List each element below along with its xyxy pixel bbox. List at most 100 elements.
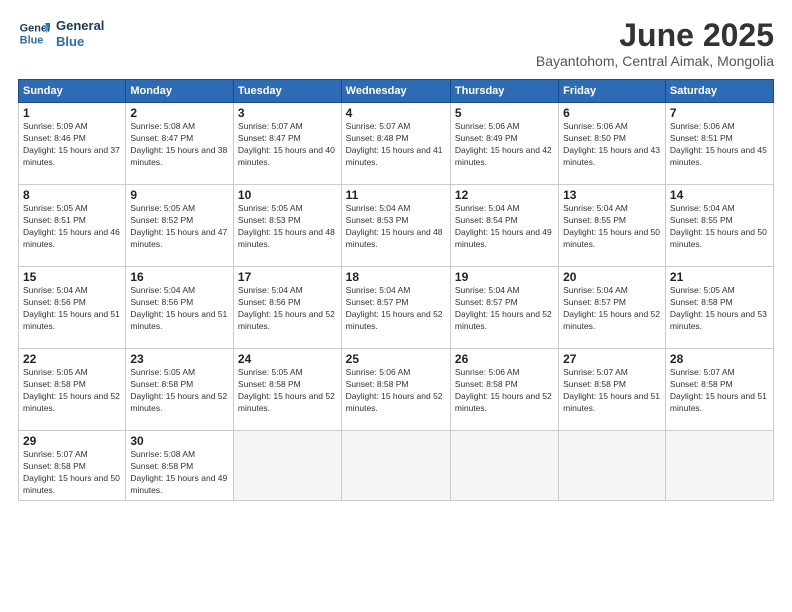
day-info: Sunrise: 5:05 AMSunset: 8:58 PMDaylight:… xyxy=(130,367,227,413)
day-header-wednesday: Wednesday xyxy=(341,80,450,103)
day-cell: 30 Sunrise: 5:08 AMSunset: 8:58 PMDaylig… xyxy=(126,431,234,501)
day-info: Sunrise: 5:09 AMSunset: 8:46 PMDaylight:… xyxy=(23,121,120,167)
day-header-monday: Monday xyxy=(126,80,234,103)
day-header-tuesday: Tuesday xyxy=(233,80,341,103)
day-info: Sunrise: 5:04 AMSunset: 8:53 PMDaylight:… xyxy=(346,203,443,249)
day-number: 21 xyxy=(670,270,769,284)
day-info: Sunrise: 5:05 AMSunset: 8:58 PMDaylight:… xyxy=(23,367,120,413)
day-header-sunday: Sunday xyxy=(19,80,126,103)
day-number: 12 xyxy=(455,188,554,202)
day-cell xyxy=(665,431,773,501)
day-info: Sunrise: 5:06 AMSunset: 8:50 PMDaylight:… xyxy=(563,121,660,167)
day-number: 5 xyxy=(455,106,554,120)
day-number: 1 xyxy=(23,106,121,120)
day-number: 13 xyxy=(563,188,661,202)
day-info: Sunrise: 5:06 AMSunset: 8:58 PMDaylight:… xyxy=(346,367,443,413)
day-number: 29 xyxy=(23,434,121,448)
day-header-saturday: Saturday xyxy=(665,80,773,103)
day-cell xyxy=(233,431,341,501)
day-number: 23 xyxy=(130,352,229,366)
day-cell: 16 Sunrise: 5:04 AMSunset: 8:56 PMDaylig… xyxy=(126,267,234,349)
day-cell: 5 Sunrise: 5:06 AMSunset: 8:49 PMDayligh… xyxy=(450,103,558,185)
day-info: Sunrise: 5:07 AMSunset: 8:58 PMDaylight:… xyxy=(563,367,660,413)
day-info: Sunrise: 5:05 AMSunset: 8:53 PMDaylight:… xyxy=(238,203,335,249)
day-cell: 8 Sunrise: 5:05 AMSunset: 8:51 PMDayligh… xyxy=(19,185,126,267)
day-header-thursday: Thursday xyxy=(450,80,558,103)
week-row-5: 29 Sunrise: 5:07 AMSunset: 8:58 PMDaylig… xyxy=(19,431,774,501)
day-number: 6 xyxy=(563,106,661,120)
day-info: Sunrise: 5:05 AMSunset: 8:51 PMDaylight:… xyxy=(23,203,120,249)
svg-text:Blue: Blue xyxy=(20,34,44,46)
day-number: 2 xyxy=(130,106,229,120)
day-cell: 23 Sunrise: 5:05 AMSunset: 8:58 PMDaylig… xyxy=(126,349,234,431)
day-info: Sunrise: 5:08 AMSunset: 8:47 PMDaylight:… xyxy=(130,121,227,167)
day-cell: 26 Sunrise: 5:06 AMSunset: 8:58 PMDaylig… xyxy=(450,349,558,431)
day-number: 17 xyxy=(238,270,337,284)
day-cell: 27 Sunrise: 5:07 AMSunset: 8:58 PMDaylig… xyxy=(559,349,666,431)
day-info: Sunrise: 5:07 AMSunset: 8:58 PMDaylight:… xyxy=(670,367,767,413)
day-number: 19 xyxy=(455,270,554,284)
day-cell: 1 Sunrise: 5:09 AMSunset: 8:46 PMDayligh… xyxy=(19,103,126,185)
day-info: Sunrise: 5:04 AMSunset: 8:57 PMDaylight:… xyxy=(346,285,443,331)
calendar-table: SundayMondayTuesdayWednesdayThursdayFrid… xyxy=(18,79,774,501)
day-cell: 20 Sunrise: 5:04 AMSunset: 8:57 PMDaylig… xyxy=(559,267,666,349)
day-number: 9 xyxy=(130,188,229,202)
day-info: Sunrise: 5:06 AMSunset: 8:51 PMDaylight:… xyxy=(670,121,767,167)
day-info: Sunrise: 5:07 AMSunset: 8:58 PMDaylight:… xyxy=(23,449,120,495)
day-cell xyxy=(559,431,666,501)
day-cell xyxy=(341,431,450,501)
day-number: 26 xyxy=(455,352,554,366)
day-info: Sunrise: 5:05 AMSunset: 8:52 PMDaylight:… xyxy=(130,203,227,249)
logo-general: General xyxy=(56,18,104,34)
day-cell: 29 Sunrise: 5:07 AMSunset: 8:58 PMDaylig… xyxy=(19,431,126,501)
day-cell: 10 Sunrise: 5:05 AMSunset: 8:53 PMDaylig… xyxy=(233,185,341,267)
title-section: June 2025 Bayantohom, Central Aimak, Mon… xyxy=(536,18,774,69)
day-number: 27 xyxy=(563,352,661,366)
day-info: Sunrise: 5:04 AMSunset: 8:57 PMDaylight:… xyxy=(563,285,660,331)
day-cell: 4 Sunrise: 5:07 AMSunset: 8:48 PMDayligh… xyxy=(341,103,450,185)
day-cell: 14 Sunrise: 5:04 AMSunset: 8:55 PMDaylig… xyxy=(665,185,773,267)
week-row-2: 8 Sunrise: 5:05 AMSunset: 8:51 PMDayligh… xyxy=(19,185,774,267)
day-info: Sunrise: 5:06 AMSunset: 8:49 PMDaylight:… xyxy=(455,121,552,167)
day-number: 20 xyxy=(563,270,661,284)
day-cell: 18 Sunrise: 5:04 AMSunset: 8:57 PMDaylig… xyxy=(341,267,450,349)
day-info: Sunrise: 5:04 AMSunset: 8:55 PMDaylight:… xyxy=(563,203,660,249)
day-info: Sunrise: 5:04 AMSunset: 8:56 PMDaylight:… xyxy=(238,285,335,331)
week-row-3: 15 Sunrise: 5:04 AMSunset: 8:56 PMDaylig… xyxy=(19,267,774,349)
month-title: June 2025 xyxy=(536,18,774,53)
page: General Blue General Blue June 2025 Baya… xyxy=(0,0,792,612)
day-number: 25 xyxy=(346,352,446,366)
day-cell: 24 Sunrise: 5:05 AMSunset: 8:58 PMDaylig… xyxy=(233,349,341,431)
logo-blue: Blue xyxy=(56,34,104,50)
day-cell: 7 Sunrise: 5:06 AMSunset: 8:51 PMDayligh… xyxy=(665,103,773,185)
week-row-1: 1 Sunrise: 5:09 AMSunset: 8:46 PMDayligh… xyxy=(19,103,774,185)
day-cell: 28 Sunrise: 5:07 AMSunset: 8:58 PMDaylig… xyxy=(665,349,773,431)
day-number: 15 xyxy=(23,270,121,284)
day-info: Sunrise: 5:08 AMSunset: 8:58 PMDaylight:… xyxy=(130,449,227,495)
day-cell: 9 Sunrise: 5:05 AMSunset: 8:52 PMDayligh… xyxy=(126,185,234,267)
day-info: Sunrise: 5:04 AMSunset: 8:54 PMDaylight:… xyxy=(455,203,552,249)
day-number: 3 xyxy=(238,106,337,120)
day-cell: 6 Sunrise: 5:06 AMSunset: 8:50 PMDayligh… xyxy=(559,103,666,185)
day-number: 24 xyxy=(238,352,337,366)
day-number: 30 xyxy=(130,434,229,448)
day-cell: 15 Sunrise: 5:04 AMSunset: 8:56 PMDaylig… xyxy=(19,267,126,349)
day-cell: 25 Sunrise: 5:06 AMSunset: 8:58 PMDaylig… xyxy=(341,349,450,431)
day-number: 11 xyxy=(346,188,446,202)
day-info: Sunrise: 5:06 AMSunset: 8:58 PMDaylight:… xyxy=(455,367,552,413)
day-info: Sunrise: 5:04 AMSunset: 8:57 PMDaylight:… xyxy=(455,285,552,331)
day-number: 10 xyxy=(238,188,337,202)
day-info: Sunrise: 5:07 AMSunset: 8:47 PMDaylight:… xyxy=(238,121,335,167)
day-header-friday: Friday xyxy=(559,80,666,103)
logo: General Blue General Blue xyxy=(18,18,104,50)
day-cell xyxy=(450,431,558,501)
day-number: 14 xyxy=(670,188,769,202)
day-cell: 2 Sunrise: 5:08 AMSunset: 8:47 PMDayligh… xyxy=(126,103,234,185)
day-cell: 17 Sunrise: 5:04 AMSunset: 8:56 PMDaylig… xyxy=(233,267,341,349)
header: General Blue General Blue June 2025 Baya… xyxy=(18,18,774,69)
day-info: Sunrise: 5:04 AMSunset: 8:56 PMDaylight:… xyxy=(23,285,120,331)
day-info: Sunrise: 5:04 AMSunset: 8:56 PMDaylight:… xyxy=(130,285,227,331)
day-info: Sunrise: 5:05 AMSunset: 8:58 PMDaylight:… xyxy=(238,367,335,413)
day-info: Sunrise: 5:04 AMSunset: 8:55 PMDaylight:… xyxy=(670,203,767,249)
location: Bayantohom, Central Aimak, Mongolia xyxy=(536,53,774,69)
